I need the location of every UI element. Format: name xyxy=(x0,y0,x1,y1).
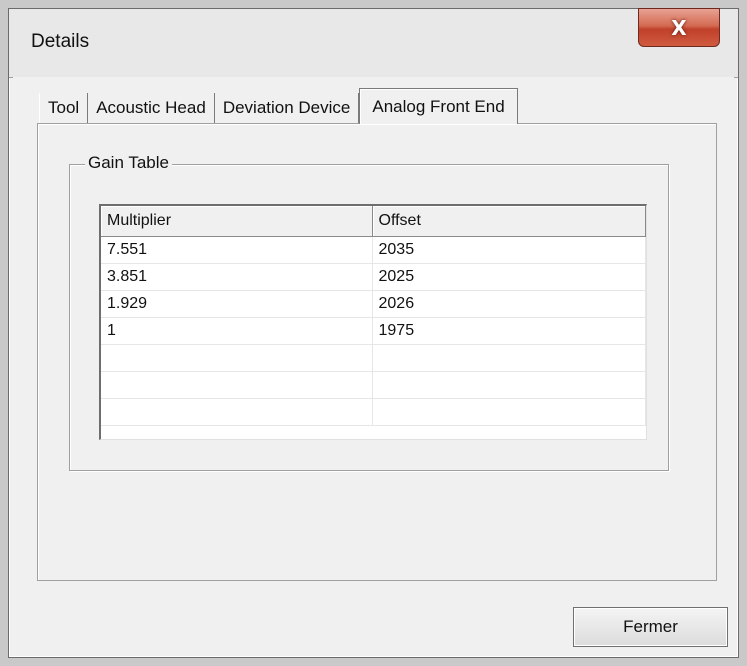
multiplier-cell xyxy=(101,372,373,399)
offset-cell: 2026 xyxy=(372,291,646,318)
table-row[interactable]: 3.851 2025 xyxy=(101,264,646,291)
close-window-button[interactable]: X xyxy=(638,8,720,47)
column-header-offset[interactable]: Offset xyxy=(373,206,646,236)
title-bar: Details X xyxy=(9,8,738,78)
offset-cell: 1975 xyxy=(372,318,646,345)
table-row[interactable] xyxy=(101,345,646,372)
table-row[interactable] xyxy=(101,372,646,399)
multiplier-cell: 7.551 xyxy=(101,237,373,264)
dialog-client-area: Tool Acoustic Head Deviation Device Anal… xyxy=(13,77,734,653)
details-dialog: Details X Tool Acoustic Head Deviation D… xyxy=(8,8,739,658)
gain-table-title: Gain Table xyxy=(85,153,172,173)
offset-cell: 2025 xyxy=(372,264,646,291)
table-header: Multiplier Offset xyxy=(101,206,646,237)
analog-front-end-panel: Gain Table Multiplier Offset 7.551 2035 … xyxy=(37,123,717,581)
table-row[interactable] xyxy=(101,399,646,426)
multiplier-cell: 1.929 xyxy=(101,291,373,318)
offset-cell: 2035 xyxy=(372,237,646,264)
window-title: Details xyxy=(31,31,90,52)
fermer-button[interactable]: Fermer xyxy=(573,607,728,647)
tab-tool[interactable]: Tool xyxy=(39,93,89,123)
table-row[interactable]: 1 1975 xyxy=(101,318,646,345)
multiplier-cell: 3.851 xyxy=(101,264,373,291)
tab-analog-front-end[interactable]: Analog Front End xyxy=(359,88,518,124)
tab-deviation-device[interactable]: Deviation Device xyxy=(214,93,360,123)
tab-strip: Tool Acoustic Head Deviation Device Anal… xyxy=(39,87,518,124)
gain-table-group: Gain Table Multiplier Offset 7.551 2035 … xyxy=(69,153,669,471)
offset-cell xyxy=(372,345,646,372)
multiplier-cell: 1 xyxy=(101,318,373,345)
table-row[interactable]: 1.929 2026 xyxy=(101,291,646,318)
gain-table-list[interactable]: Multiplier Offset 7.551 2035 3.851 2025 … xyxy=(99,204,647,440)
offset-cell xyxy=(372,399,646,426)
multiplier-cell xyxy=(101,399,373,426)
offset-cell xyxy=(372,372,646,399)
close-icon: X xyxy=(671,15,687,40)
column-header-multiplier[interactable]: Multiplier xyxy=(101,206,373,236)
tab-acoustic-head[interactable]: Acoustic Head xyxy=(88,93,215,123)
table-row[interactable]: 7.551 2035 xyxy=(101,237,646,264)
multiplier-cell xyxy=(101,345,373,372)
